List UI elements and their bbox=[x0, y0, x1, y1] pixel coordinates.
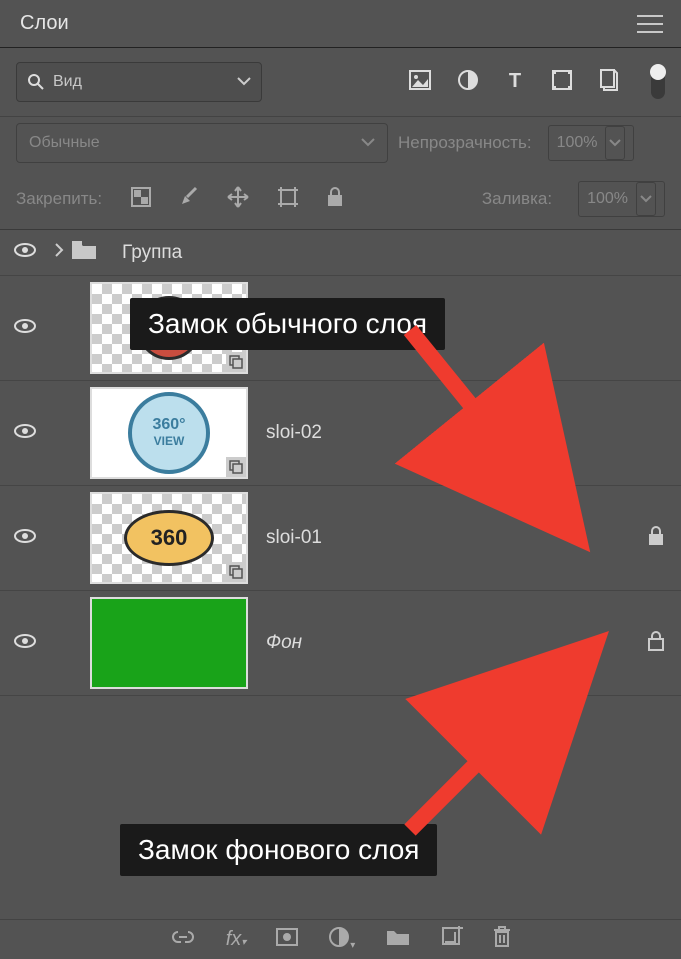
lock-label: Закрепить: bbox=[16, 189, 102, 209]
new-group-icon[interactable] bbox=[385, 927, 411, 952]
svg-text:T: T bbox=[509, 70, 521, 90]
layer-thumbnail[interactable] bbox=[90, 597, 248, 689]
visibility-icon[interactable] bbox=[10, 318, 40, 339]
folder-icon bbox=[70, 239, 98, 266]
chevron-down-icon bbox=[636, 182, 656, 216]
link-layers-icon[interactable] bbox=[170, 929, 196, 950]
layer-kind-label: Вид bbox=[53, 73, 82, 91]
filter-shape-icon[interactable] bbox=[551, 69, 573, 96]
lock-transparency-icon[interactable] bbox=[130, 186, 152, 213]
layer-row[interactable]: 360 sloi-01 bbox=[0, 486, 681, 591]
smart-object-badge-icon bbox=[226, 562, 246, 582]
filter-adjustment-icon[interactable] bbox=[457, 69, 479, 96]
fill-value: 100% bbox=[587, 190, 628, 208]
annotation-normal-lock: Замок обычного слоя bbox=[130, 298, 445, 350]
layer-row-background[interactable]: Фон bbox=[0, 591, 681, 696]
fill-input[interactable]: 100% bbox=[578, 181, 665, 217]
smart-object-badge-icon bbox=[226, 352, 246, 372]
panel-menu-icon[interactable] bbox=[637, 15, 663, 33]
lock-pixels-icon[interactable] bbox=[178, 186, 200, 213]
opacity-value: 100% bbox=[557, 134, 598, 152]
layer-row[interactable]: 360°VIEW sloi-02 bbox=[0, 381, 681, 486]
visibility-icon[interactable] bbox=[10, 633, 40, 654]
layer-thumbnail[interactable]: 360 bbox=[90, 492, 248, 584]
annotation-bg-lock: Замок фонового слоя bbox=[120, 824, 437, 876]
lock-all-icon[interactable] bbox=[326, 186, 344, 213]
filter-smart-icon[interactable] bbox=[599, 69, 619, 96]
layer-thumbnail[interactable]: 360°VIEW bbox=[90, 387, 248, 479]
blend-mode-label: Обычные bbox=[29, 134, 100, 152]
opacity-input[interactable]: 100% bbox=[548, 125, 635, 161]
adjustment-layer-icon[interactable]: ▾ bbox=[328, 926, 355, 953]
chevron-down-icon bbox=[237, 73, 251, 91]
delete-layer-icon[interactable] bbox=[493, 926, 511, 953]
new-layer-icon[interactable] bbox=[441, 926, 463, 953]
opacity-label: Непрозрачность: bbox=[398, 133, 532, 153]
layer-name[interactable]: sloi-02 bbox=[266, 422, 322, 444]
filter-pixel-icon[interactable] bbox=[409, 70, 431, 95]
blend-mode-select[interactable]: Обычные bbox=[16, 123, 388, 163]
visibility-icon[interactable] bbox=[10, 528, 40, 549]
panel-tab-layers[interactable]: Слои bbox=[0, 0, 89, 47]
lock-icon[interactable] bbox=[647, 525, 665, 552]
layer-name[interactable]: sloi-01 bbox=[266, 527, 322, 549]
layer-kind-select[interactable]: Вид bbox=[16, 62, 262, 102]
layer-effects-icon[interactable]: fx▾ bbox=[226, 928, 247, 951]
layer-name[interactable]: Фон bbox=[266, 632, 302, 654]
lock-icon[interactable] bbox=[647, 630, 665, 657]
filter-toggle[interactable] bbox=[651, 65, 665, 99]
chevron-down-icon bbox=[361, 134, 375, 152]
lock-artboard-icon[interactable] bbox=[276, 185, 300, 214]
search-icon bbox=[27, 73, 45, 91]
lock-position-icon[interactable] bbox=[226, 185, 250, 214]
layer-mask-icon[interactable] bbox=[276, 928, 298, 951]
expand-icon[interactable] bbox=[54, 243, 64, 262]
smart-object-badge-icon bbox=[226, 457, 246, 477]
filter-type-icon[interactable]: T bbox=[505, 70, 525, 95]
fill-label: Заливка: bbox=[482, 189, 552, 209]
chevron-down-icon bbox=[605, 126, 625, 160]
layer-name[interactable]: Группа bbox=[122, 242, 182, 264]
visibility-icon[interactable] bbox=[10, 423, 40, 444]
layer-row-group[interactable]: Группа bbox=[0, 230, 681, 276]
visibility-icon[interactable] bbox=[10, 242, 40, 263]
